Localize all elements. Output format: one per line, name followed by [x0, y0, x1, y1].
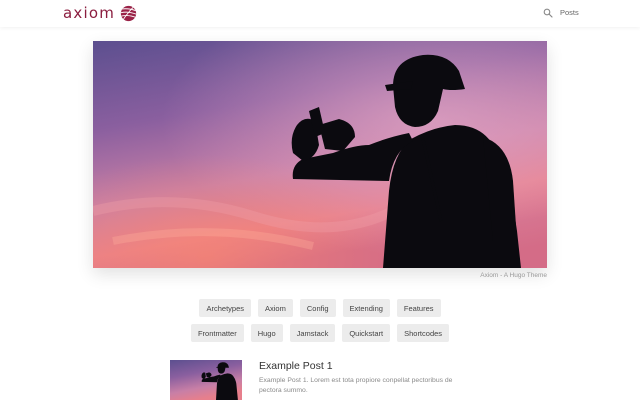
tag-row: Frontmatter Hugo Jamstack Quickstart Sho… — [0, 324, 640, 342]
tag-config[interactable]: Config — [299, 299, 336, 317]
site-header: axiom Posts — [0, 0, 640, 27]
brand-name: axiom — [63, 4, 116, 22]
tag-row: Archetypes Axiom Config Extending Featur… — [0, 299, 640, 317]
tag-archetypes[interactable]: Archetypes — [199, 299, 252, 317]
tag-axiom[interactable]: Axiom — [258, 299, 293, 317]
tag-features[interactable]: Features — [396, 299, 441, 317]
hero-image — [93, 41, 547, 268]
tag-cloud: Archetypes Axiom Config Extending Featur… — [0, 299, 640, 349]
tag-quickstart[interactable]: Quickstart — [342, 324, 391, 342]
tag-frontmatter[interactable]: Frontmatter — [190, 324, 244, 342]
tag-hugo[interactable]: Hugo — [250, 324, 283, 342]
post-card: Example Post 1 Example Post 1. Lorem est… — [170, 360, 470, 400]
tag-shortcodes[interactable]: Shortcodes — [397, 324, 450, 342]
brand-link[interactable]: axiom — [63, 2, 137, 24]
tag-jamstack[interactable]: Jamstack — [289, 324, 336, 342]
search-icon[interactable] — [543, 8, 553, 18]
nav-posts-link[interactable]: Posts — [560, 8, 579, 17]
tag-extending[interactable]: Extending — [342, 299, 390, 317]
post-thumbnail[interactable] — [170, 360, 242, 400]
post-title[interactable]: Example Post 1 — [259, 360, 333, 372]
post-summary: Example Post 1. Lorem est tota propiore … — [259, 377, 453, 394]
hero-caption: Axiom - A Hugo Theme — [480, 272, 547, 279]
post-thumbnail-image — [170, 360, 242, 400]
hero-photo — [93, 41, 547, 268]
axiom-sphere-icon — [120, 5, 137, 21]
